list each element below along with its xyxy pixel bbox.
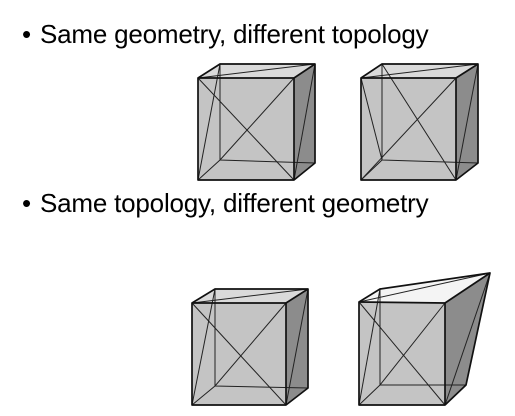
cube-same-topology-right-deformed	[358, 272, 491, 406]
cube-same-geometry-left	[197, 63, 316, 181]
cube-same-geometry-right	[360, 63, 479, 181]
cube-same-topology-left	[191, 288, 309, 406]
mesh-figures	[191, 63, 491, 406]
